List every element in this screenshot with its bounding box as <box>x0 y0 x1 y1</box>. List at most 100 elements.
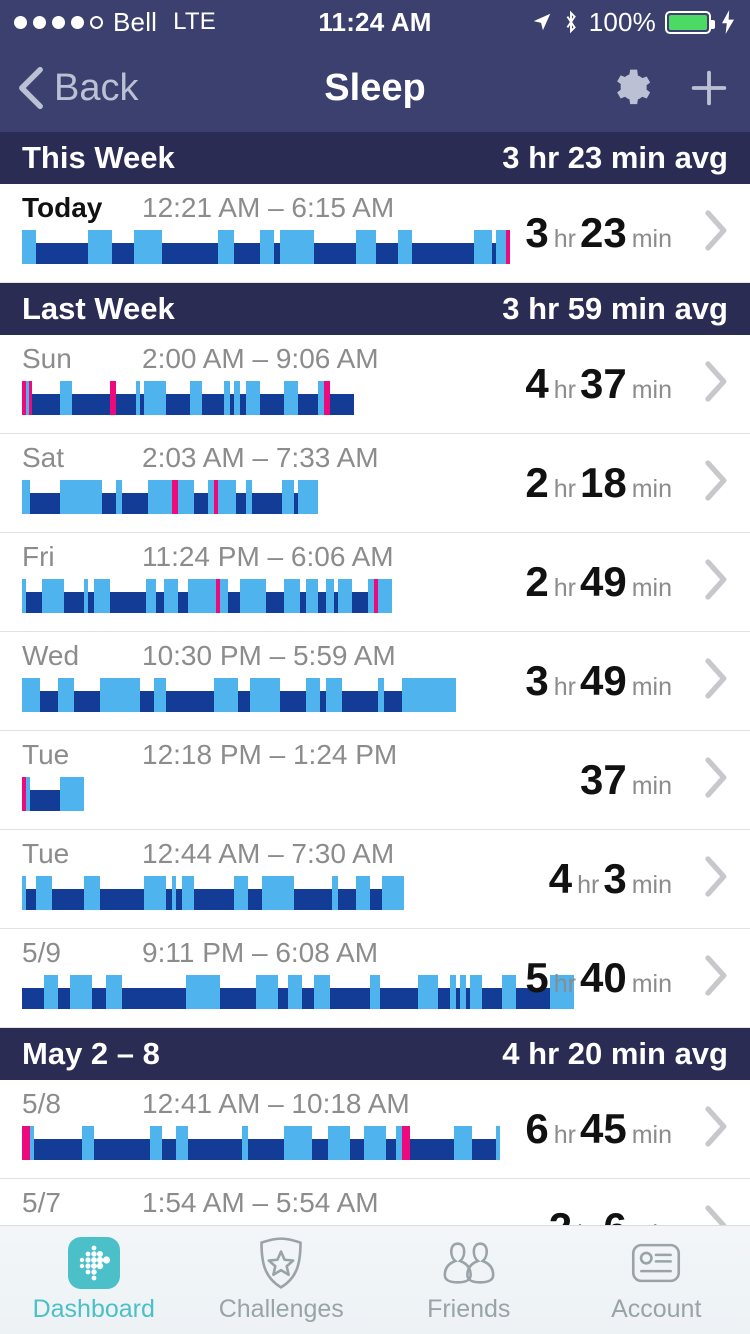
tab-friends[interactable]: Friends <box>375 1226 563 1334</box>
sleep-segment-light <box>58 678 74 712</box>
sleep-segment-deep <box>92 988 106 1009</box>
sleep-row-duration: 4hr3min <box>549 855 676 903</box>
sleep-segment-deep <box>36 243 88 264</box>
chevron-right-icon <box>702 658 728 705</box>
section-average: 3 hr 59 min avg <box>502 291 728 327</box>
sleep-segment-light <box>382 876 404 910</box>
duration-minutes: 49 <box>580 657 627 704</box>
duration-minutes-unit: min <box>632 871 672 899</box>
sleep-segment-deep <box>472 1139 496 1160</box>
sleep-segment-deep <box>110 592 146 613</box>
sleep-segment-light <box>218 480 236 514</box>
sleep-segment-light <box>338 579 352 613</box>
sleep-segment-light <box>402 678 456 712</box>
sleep-segment-light <box>150 1126 162 1160</box>
duration-hours: 6 <box>525 1105 548 1152</box>
sleep-segment-deep <box>74 691 100 712</box>
sleep-segment-deep <box>298 394 318 415</box>
duration-hours-unit: hr <box>554 970 576 998</box>
shield-star-icon <box>256 1237 306 1289</box>
tab-account[interactable]: Account <box>563 1226 750 1334</box>
sleep-segment-light <box>186 975 220 1009</box>
back-button[interactable]: Back <box>18 66 138 110</box>
sleep-segment-light <box>262 876 294 910</box>
sleep-segment-light <box>306 678 320 712</box>
sleep-segment-light <box>88 230 112 264</box>
navigation-bar: Back Sleep <box>0 44 750 132</box>
sleep-log-row[interactable]: Sun2:00 AM – 9:06 AM4hr37min <box>0 335 750 434</box>
duration-minutes: 49 <box>580 558 627 605</box>
gear-icon[interactable] <box>608 66 652 110</box>
sleep-segment-deep <box>234 243 260 264</box>
sleep-log-row[interactable]: Fri11:24 PM – 6:06 AM2hr49min <box>0 533 750 632</box>
sleep-segment-light <box>496 1126 500 1160</box>
sleep-segment-light <box>94 579 110 613</box>
sleep-segment-light <box>234 876 248 910</box>
sleep-segment-light <box>22 480 30 514</box>
sleep-segment-deep <box>26 592 42 613</box>
sleep-segment-deep <box>112 243 134 264</box>
sleep-segment-deep <box>32 394 60 415</box>
plus-icon[interactable] <box>686 65 732 111</box>
chevron-right-icon <box>702 210 728 257</box>
sleep-segment-deep <box>162 243 218 264</box>
sleep-log-list[interactable]: This Week3 hr 23 min avgToday12:21 AM – … <box>0 132 750 1225</box>
sleep-row-time-range: 12:41 AM – 10:18 AM <box>142 1088 410 1120</box>
tab-challenges[interactable]: Challenges <box>188 1226 376 1334</box>
section-title: Last Week <box>22 291 175 327</box>
sleep-log-row[interactable]: 5/812:41 AM – 10:18 AM6hr45min <box>0 1080 750 1179</box>
charging-bolt-icon <box>720 10 736 34</box>
chevron-right-icon <box>702 1106 728 1153</box>
sleep-segment-deep <box>278 988 288 1009</box>
sleep-segment-light <box>378 579 392 613</box>
sleep-segment-light <box>356 876 370 910</box>
duration-minutes-unit: min <box>632 970 672 998</box>
sleep-segment-light <box>22 678 40 712</box>
section-header: Last Week 3 hr 59 min avg <box>0 283 750 335</box>
sleep-hypnogram <box>22 975 574 1009</box>
sleep-segment-deep <box>72 394 110 415</box>
signal-strength-icon <box>14 16 103 29</box>
sleep-segment-light <box>60 480 102 514</box>
tab-dashboard[interactable]: Dashboard <box>0 1226 188 1334</box>
sleep-segment-deep <box>122 988 186 1009</box>
section-header: May 2 – 84 hr 20 min avg <box>0 1028 750 1080</box>
sleep-segment-deep <box>40 691 58 712</box>
sleep-segment-awake <box>506 230 510 264</box>
sleep-segment-light <box>370 975 380 1009</box>
sleep-segment-deep <box>260 394 284 415</box>
tab-challenges-label: Challenges <box>219 1295 344 1324</box>
sleep-segment-light <box>284 579 300 613</box>
bluetooth-icon <box>562 10 580 34</box>
sleep-segment-deep <box>64 592 84 613</box>
sleep-log-row[interactable]: Sat2:03 AM – 7:33 AM2hr18min <box>0 434 750 533</box>
sleep-segment-light <box>60 777 84 811</box>
sleep-segment-light <box>240 579 266 613</box>
sleep-segment-light <box>182 876 194 910</box>
sleep-segment-deep <box>248 1139 284 1160</box>
sleep-segment-light <box>288 975 302 1009</box>
sleep-log-row[interactable]: Wed10:30 PM – 5:59 AM3hr49min <box>0 632 750 731</box>
sleep-log-row[interactable]: 5/99:11 PM – 6:08 AM5hr40min <box>0 929 750 1028</box>
duration-minutes-unit: min <box>632 772 672 800</box>
sleep-log-row[interactable]: Today12:21 AM – 6:15 AM3hr23min <box>0 184 750 283</box>
sleep-segment-light <box>214 678 238 712</box>
sleep-segment-light <box>496 230 506 264</box>
sleep-segment-deep <box>386 1139 396 1160</box>
sleep-log-row[interactable]: Tue12:18 PM – 1:24 PM37min <box>0 731 750 830</box>
sleep-row-day: Tue <box>22 838 142 870</box>
sleep-row-duration: 37min <box>580 756 676 804</box>
sleep-segment-deep <box>482 988 502 1009</box>
sleep-segment-deep <box>194 493 208 514</box>
sleep-row-day: Sun <box>22 343 142 375</box>
duration-hours-unit: hr <box>554 574 576 602</box>
sleep-segment-deep <box>350 1139 364 1160</box>
sleep-segment-light <box>84 876 100 910</box>
sleep-segment-light <box>218 230 234 264</box>
chevron-right-icon <box>702 460 728 507</box>
sleep-log-row[interactable]: Tue12:44 AM – 7:30 AM4hr3min <box>0 830 750 929</box>
sticky-section-title: This Week <box>22 140 175 176</box>
sleep-log-row[interactable]: 5/71:54 AM – 5:54 AM2hr6min <box>0 1179 750 1225</box>
sleep-row-day: Fri <box>22 541 142 573</box>
sleep-segment-awake <box>22 1126 30 1160</box>
